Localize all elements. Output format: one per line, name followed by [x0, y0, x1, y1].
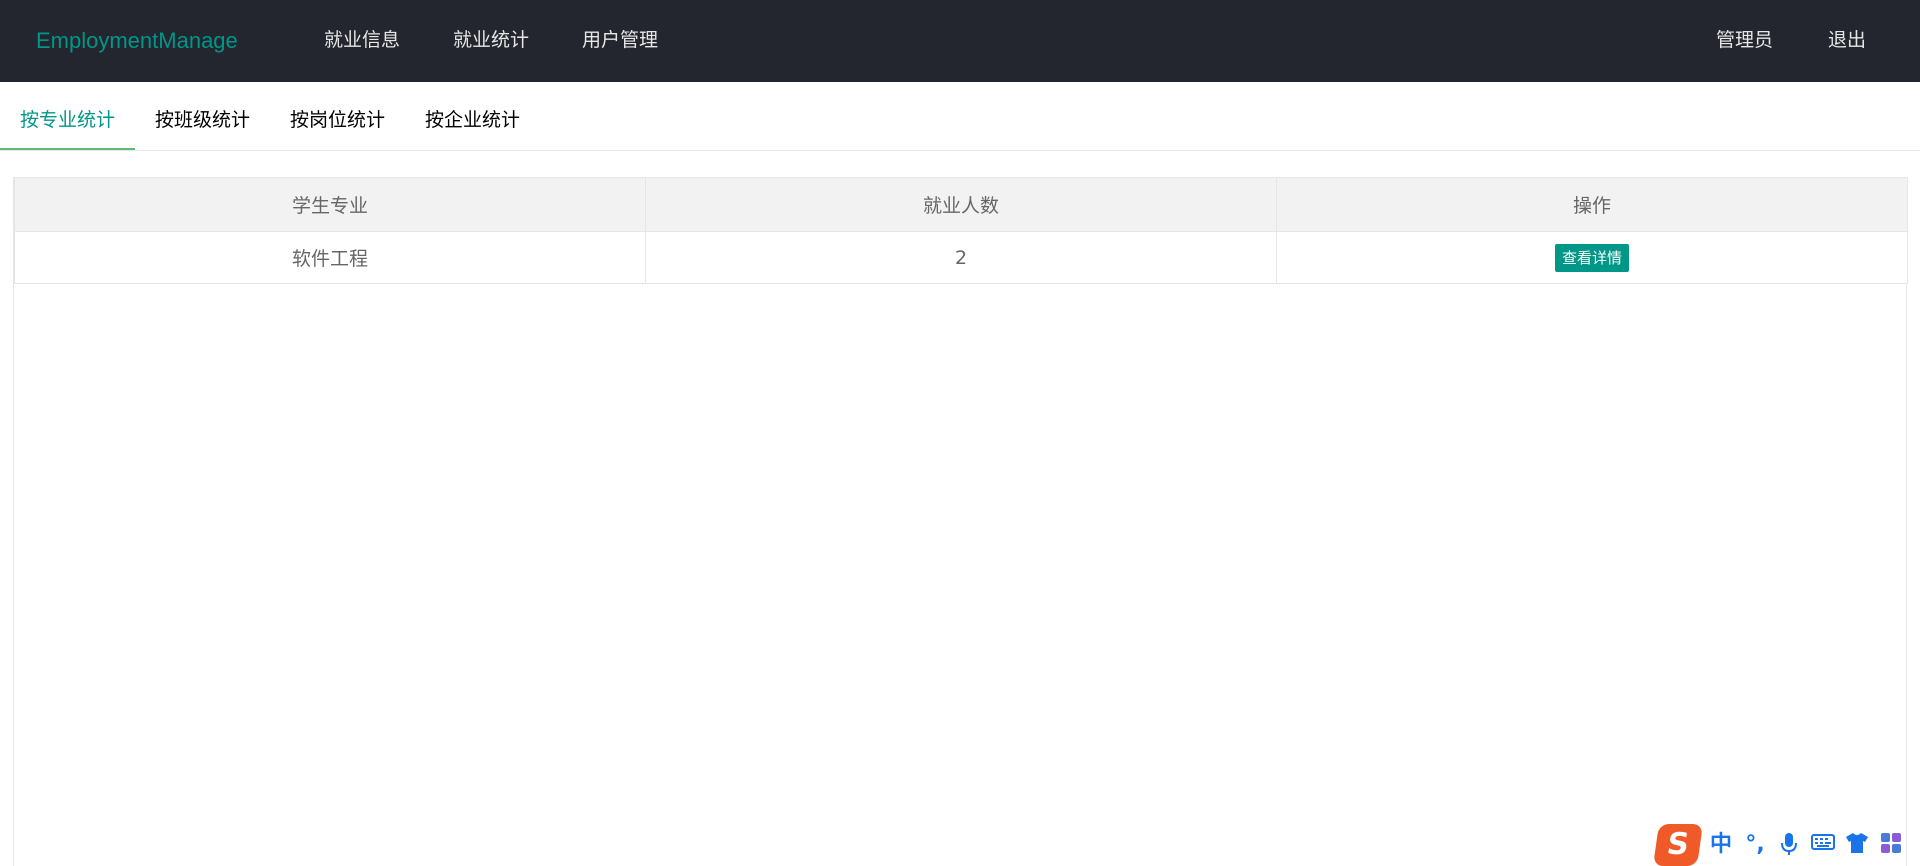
cell-major: 软件工程 [14, 231, 646, 284]
shirt-icon[interactable] [1844, 832, 1870, 858]
header-action: 操作 [1276, 177, 1908, 232]
punctuation-toggle[interactable]: °, [1742, 832, 1768, 858]
app-logo[interactable]: EmploymentManage [36, 0, 238, 82]
ime-toolbar: S 中 °, [1650, 824, 1920, 866]
top-nav-bar: EmploymentManage 就业信息 就业统计 用户管理 管理员 退出 [0, 0, 1920, 82]
nav-user-management[interactable]: 用户管理 [582, 0, 658, 82]
active-tab-indicator [0, 148, 135, 150]
header-count: 就业人数 [645, 177, 1277, 232]
view-details-button[interactable]: 查看详情 [1554, 243, 1629, 272]
stats-table-container: 学生专业 就业人数 操作 软件工程 2 查看详情 [13, 177, 1908, 866]
stats-table: 学生专业 就业人数 操作 软件工程 2 查看详情 [14, 177, 1908, 284]
nav-admin-user[interactable]: 管理员 [1716, 0, 1773, 82]
stats-tabs: 按专业统计 按班级统计 按岗位统计 按企业统计 [0, 82, 1920, 151]
cell-count: 2 [645, 231, 1277, 284]
tab-by-company[interactable]: 按企业统计 [425, 82, 520, 151]
keyboard-icon[interactable] [1810, 832, 1836, 858]
nav-employment-info[interactable]: 就业信息 [324, 0, 400, 82]
cell-action: 查看详情 [1276, 231, 1908, 284]
table-header-row: 学生专业 就业人数 操作 [14, 177, 1908, 232]
nav-employment-stats[interactable]: 就业统计 [453, 0, 529, 82]
table-row: 软件工程 2 查看详情 [14, 231, 1908, 284]
ime-mode-toggle[interactable]: 中 [1708, 832, 1734, 858]
tab-by-class[interactable]: 按班级统计 [155, 82, 250, 151]
tab-by-position[interactable]: 按岗位统计 [290, 82, 385, 151]
header-major: 学生专业 [14, 177, 646, 232]
microphone-icon[interactable] [1776, 832, 1802, 858]
nav-logout[interactable]: 退出 [1828, 0, 1866, 82]
grid-icon[interactable] [1878, 832, 1904, 858]
sogou-logo-icon[interactable]: S [1653, 824, 1703, 866]
tab-by-major[interactable]: 按专业统计 [20, 82, 115, 151]
